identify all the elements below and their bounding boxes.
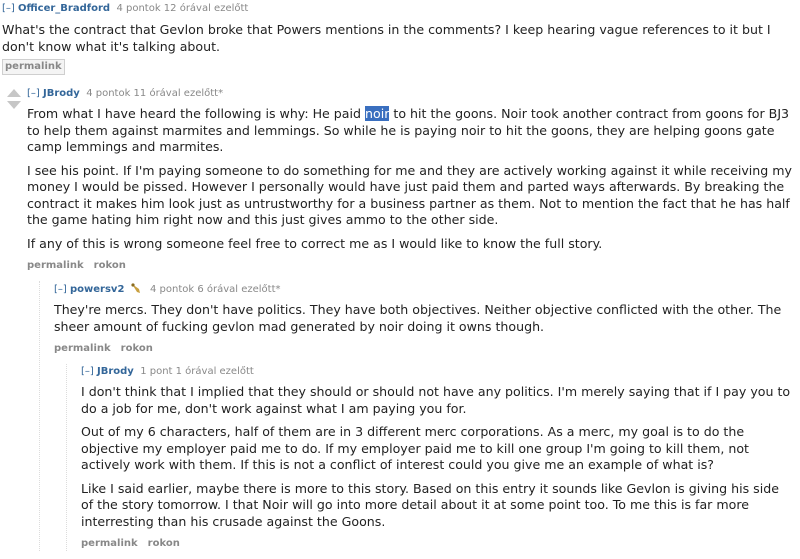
downvote-arrow-icon[interactable] <box>7 101 21 109</box>
comment-body: What's the contract that Gevlon broke th… <box>2 22 796 55</box>
comment-body: They're mercs. They don't have politics.… <box>54 302 795 335</box>
parent-button[interactable]: rokon <box>148 538 180 549</box>
comment-body: From what I have heard the following is … <box>27 106 795 252</box>
comment-buttons: permalink <box>2 59 796 75</box>
collapse-toggle[interactable]: [–] <box>2 3 15 14</box>
comment-paragraph: I see his point. If I'm paying someone t… <box>27 162 793 228</box>
comment-meta: 4 pontok 11 órával ezelőtt* <box>86 88 224 99</box>
comment-jbrody-reply: [–] JBrody 1 pont 1 órával ezelőtt I don… <box>66 364 795 551</box>
permalink-button[interactable]: permalink <box>81 538 138 549</box>
comment-tagline: [–] Officer_Bradford 4 pontok 12 órával … <box>2 2 796 16</box>
parent-button[interactable]: rokon <box>94 260 126 271</box>
comment-meta: 1 pont 1 órával ezelőtt <box>140 366 254 377</box>
comment-powersv2: [–] powersv2 4 pontok 6 órával ezelőtt* … <box>39 281 795 551</box>
comment-meta: 4 pontok 12 órával ezelőtt <box>116 3 249 14</box>
comment-buttons: permalink rokon <box>81 537 795 551</box>
permalink-button[interactable]: permalink <box>2 59 65 75</box>
comment-meta: 4 pontok 6 órával ezelőtt* <box>149 284 281 295</box>
comment-tagline: [–] JBrody 4 pontok 11 órával ezelőtt* <box>27 87 795 101</box>
comment-jbrody: [–] JBrody 4 pontok 11 órával ezelőtt* F… <box>27 87 795 551</box>
collapse-toggle[interactable]: [–] <box>27 88 40 99</box>
comment-paragraph: If any of this is wrong someone feel fre… <box>27 235 603 251</box>
comment-buttons: permalink rokon <box>54 342 795 356</box>
author-link[interactable]: JBrody <box>43 88 80 99</box>
comment-body: I don't think that I implied that they s… <box>81 384 795 530</box>
comment-paragraph: Out of my 6 characters, half of them are… <box>81 424 749 472</box>
comment-paragraph: From what I have heard the following is … <box>27 106 795 156</box>
text-selection: noir <box>365 106 390 121</box>
upvote-arrow-icon[interactable] <box>7 89 21 97</box>
comment-paragraph: Like I said earlier, maybe there is more… <box>81 480 779 529</box>
comment-text: What's the contract that Gevlon broke th… <box>2 22 771 54</box>
parent-button[interactable]: rokon <box>121 343 153 354</box>
comment-officer-bradford: [–] Officer_Bradford 4 pontok 12 órával … <box>2 2 796 75</box>
comment-paragraph: They're mercs. They don't have politics.… <box>54 302 782 334</box>
comment-tagline: [–] powersv2 4 pontok 6 órával ezelőtt* <box>54 281 795 297</box>
collapse-toggle[interactable]: [–] <box>81 366 94 377</box>
collapse-toggle[interactable]: [–] <box>54 284 67 295</box>
comment-buttons: permalink rokon <box>27 259 795 273</box>
horn-flair-icon <box>131 283 140 293</box>
comment-paragraph: I don't think that I implied that they s… <box>81 384 791 416</box>
author-link[interactable]: Officer_Bradford <box>18 3 110 14</box>
vote-arrows <box>6 89 22 109</box>
comment-text: From what I have heard the following is … <box>27 106 366 121</box>
permalink-button[interactable]: permalink <box>54 343 111 354</box>
permalink-button[interactable]: permalink <box>27 260 84 271</box>
author-link[interactable]: JBrody <box>97 366 134 377</box>
comment-tagline: [–] JBrody 1 pont 1 órával ezelőtt <box>81 364 795 379</box>
author-link[interactable]: powersv2 <box>70 284 124 295</box>
